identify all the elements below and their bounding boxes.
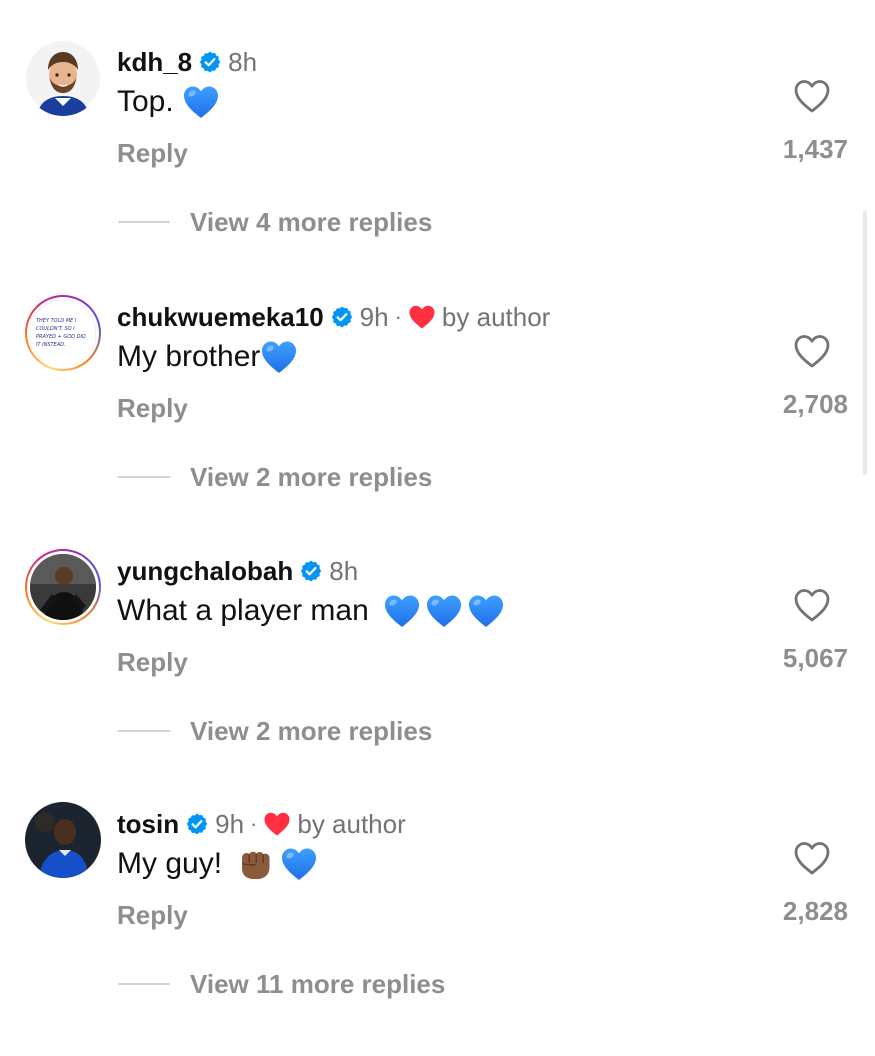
view-replies-button[interactable]: View 11 more replies (118, 966, 445, 1002)
scrollbar[interactable] (863, 210, 867, 475)
reply-button[interactable]: Reply (117, 900, 188, 931)
verified-badge-icon (330, 305, 354, 329)
svg-text:IT INSTEAD.: IT INSTEAD. (36, 342, 66, 348)
like-count: 2,708 (782, 389, 848, 419)
comment-item: kdh_8 8h Top. Reply 1,437 View 4 more re… (0, 40, 875, 294)
player-photo-avatar-icon (25, 802, 101, 878)
comment-text: My brother (117, 337, 298, 377)
comment-header: yungchalobah 8h (117, 555, 358, 587)
comment-body: Top. (117, 85, 174, 118)
comment-item: yungchalobah 8h What a player man Reply … (0, 549, 875, 803)
view-replies-label: View 11 more replies (190, 968, 446, 999)
avatar[interactable] (25, 40, 101, 116)
svg-text:PRAYED + GOD DID: PRAYED + GOD DID (36, 334, 86, 340)
divider-line (118, 476, 170, 478)
verified-badge-icon (198, 50, 222, 74)
avatar[interactable] (25, 802, 101, 878)
handwritten-note-avatar-icon: THEY TOLD ME I COULDN'T. SO I PRAYED + G… (30, 300, 96, 366)
view-replies-label: View 2 more replies (190, 461, 433, 492)
blue-heart-emoji-icon (182, 84, 220, 120)
username[interactable]: kdh_8 (117, 47, 192, 78)
liked-by-author-label: by author (441, 301, 551, 332)
reply-button[interactable]: Reply (117, 647, 188, 678)
blue-heart-emoji-icon (467, 593, 505, 629)
verified-badge-icon (185, 812, 209, 836)
comment-header: tosin 9h · by author (117, 808, 406, 840)
avatar[interactable] (25, 549, 101, 625)
separator-dot: · (250, 811, 258, 836)
username[interactable]: tosin (117, 809, 179, 840)
red-heart-icon (263, 811, 291, 837)
avatar-image: THEY TOLD ME I COULDN'T. SO I PRAYED + G… (30, 300, 96, 366)
like-count: 2,828 (782, 896, 848, 926)
timestamp: 9h (359, 301, 389, 332)
player-photo-avatar-icon (30, 554, 96, 620)
view-replies-button[interactable]: View 2 more replies (118, 713, 432, 749)
comment-item: THEY TOLD ME I COULDN'T. SO I PRAYED + G… (0, 295, 875, 549)
blue-heart-emoji-icon (260, 339, 298, 375)
blue-heart-emoji-icon (383, 593, 421, 629)
heart-outline-icon[interactable] (793, 333, 831, 369)
like-count: 1,437 (782, 134, 848, 164)
like-count: 5,067 (782, 643, 848, 673)
reply-button[interactable]: Reply (117, 393, 188, 424)
avatar[interactable]: THEY TOLD ME I COULDN'T. SO I PRAYED + G… (25, 295, 101, 371)
divider-line (118, 730, 170, 732)
fist-bump-emoji-icon (236, 846, 274, 882)
blue-heart-emoji-icon (280, 846, 318, 882)
comment-header: chukwuemeka10 9h · by author (117, 301, 550, 333)
avatar-image (25, 40, 101, 116)
red-heart-icon (408, 304, 436, 330)
comment-text: Top. (117, 82, 220, 122)
divider-line (118, 983, 170, 985)
reply-button[interactable]: Reply (117, 138, 188, 169)
view-replies-button[interactable]: View 4 more replies (118, 204, 432, 240)
avatar-image (25, 802, 101, 878)
verified-badge-icon (299, 559, 323, 583)
blue-heart-emoji-icon (425, 593, 463, 629)
comment-body: What a player man (117, 594, 369, 627)
cartoon-avatar-icon (25, 40, 101, 116)
svg-text:THEY TOLD ME I: THEY TOLD ME I (36, 318, 77, 324)
timestamp: 8h (228, 46, 258, 77)
view-replies-label: View 4 more replies (190, 206, 433, 237)
timestamp: 8h (329, 555, 359, 586)
timestamp: 9h (215, 808, 245, 839)
comment-body: My guy! (117, 847, 223, 880)
avatar-image (30, 554, 96, 620)
username[interactable]: yungchalobah (117, 556, 293, 587)
comment-item: tosin 9h · by author My guy! Reply 2,828… (0, 802, 875, 1056)
svg-text:COULDN'T. SO I: COULDN'T. SO I (36, 326, 75, 332)
heart-outline-icon[interactable] (793, 587, 831, 623)
comment-body: My brother (117, 340, 261, 373)
username[interactable]: chukwuemeka10 (117, 302, 324, 333)
view-replies-button[interactable]: View 2 more replies (118, 459, 432, 495)
comment-text: My guy! (117, 844, 318, 884)
comment-header: kdh_8 8h (117, 46, 257, 78)
separator-dot: · (394, 304, 402, 329)
divider-line (118, 221, 170, 223)
view-replies-label: View 2 more replies (190, 715, 433, 746)
comment-text: What a player man (117, 591, 505, 631)
heart-outline-icon[interactable] (793, 78, 831, 114)
heart-outline-icon[interactable] (793, 840, 831, 876)
liked-by-author-label: by author (297, 808, 406, 839)
